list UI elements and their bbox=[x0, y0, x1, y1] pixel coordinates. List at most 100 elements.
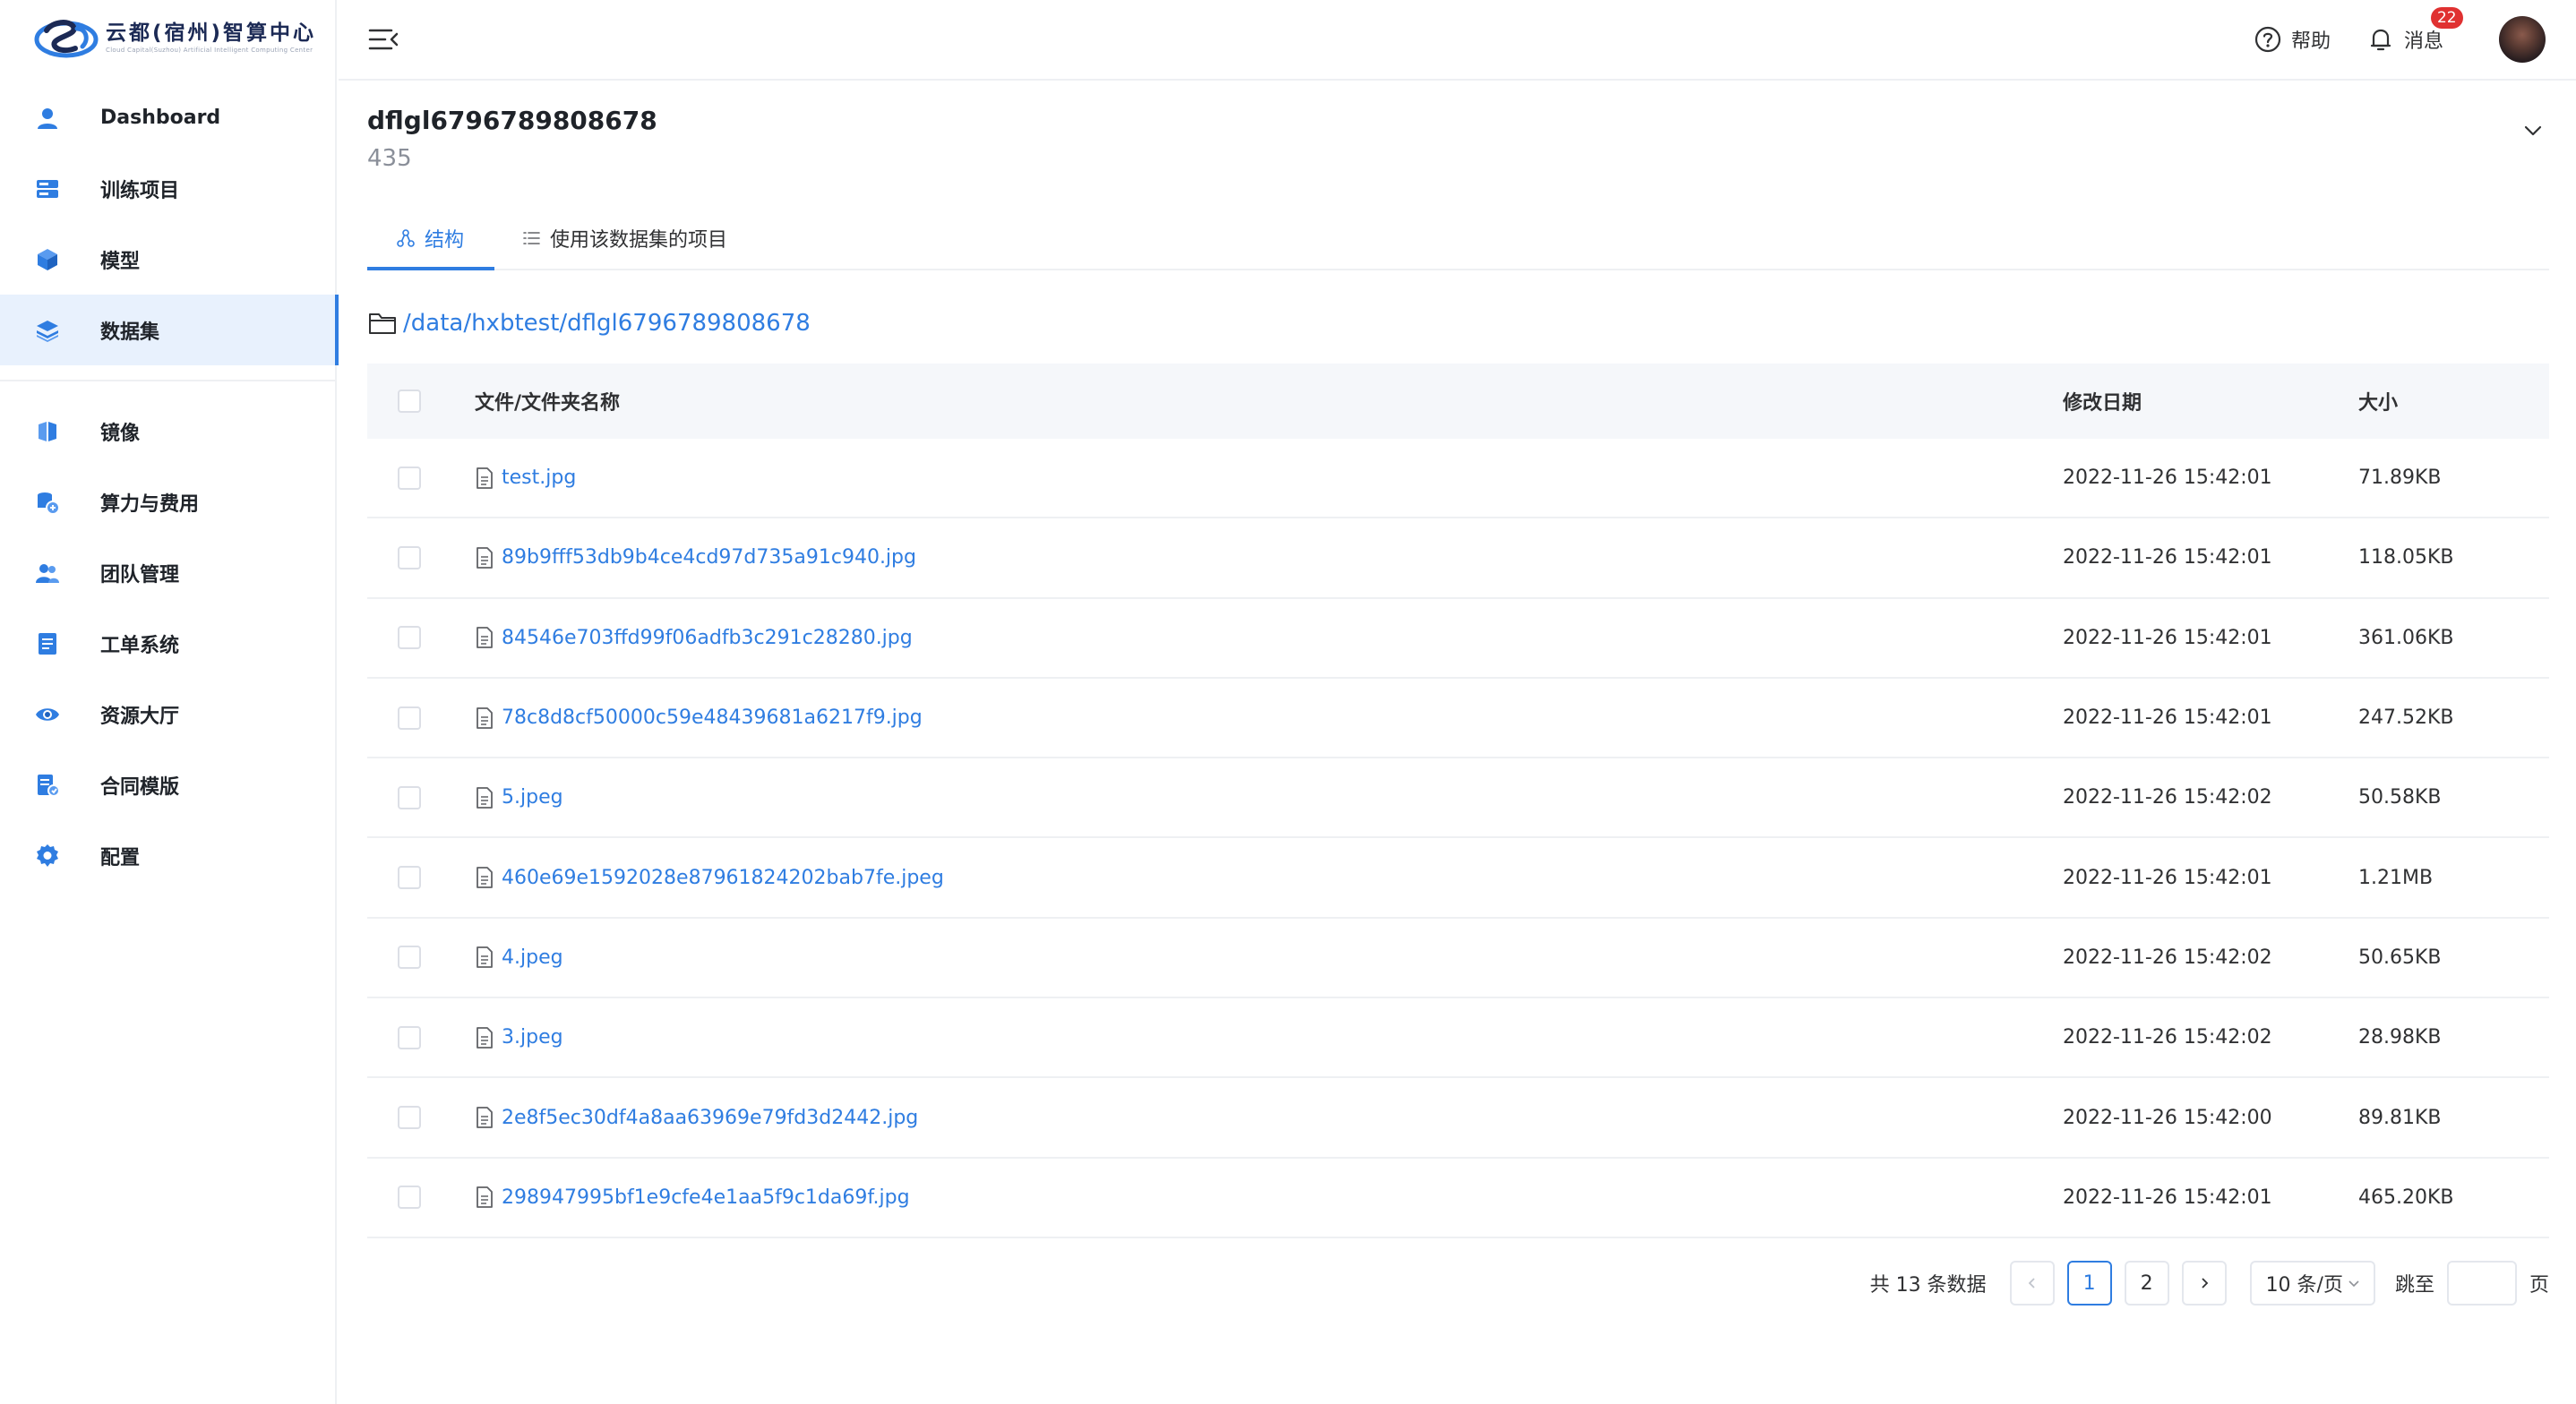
cube-icon bbox=[34, 246, 61, 273]
file-size: 28.98KB bbox=[2358, 1026, 2442, 1049]
file-name-link[interactable]: 2e8f5ec30df4a8aa63969e79fd3d2442.jpg bbox=[502, 1107, 918, 1129]
file-name-link[interactable]: 4.jpeg bbox=[502, 946, 563, 969]
file-size: 361.06KB bbox=[2358, 626, 2454, 649]
sidebar-item-billing[interactable]: 算力与费用 bbox=[0, 467, 337, 537]
sidebar-item-label: 资源大厅 bbox=[100, 705, 180, 728]
topbar: 帮助 消息 22 bbox=[339, 0, 2576, 81]
sidebar-item-label: 模型 bbox=[100, 250, 141, 273]
file-name-link[interactable]: 3.jpeg bbox=[502, 1026, 563, 1049]
sidebar-item-ticket[interactable]: 工单系统 bbox=[0, 608, 337, 679]
sidebar-item-settings[interactable]: 配置 bbox=[0, 820, 337, 891]
sidebar-item-image[interactable]: 镜像 bbox=[0, 396, 337, 467]
row-checkbox[interactable] bbox=[398, 706, 421, 730]
file-name-cell: 78c8d8cf50000c59e48439681a6217f9.jpg bbox=[475, 706, 923, 730]
table-row[interactable]: test.jpg 2022-11-26 15:42:01 71.89KB bbox=[367, 439, 2549, 519]
sidebar-item-dataset[interactable]: 数据集 bbox=[0, 295, 339, 365]
chevron-down-icon[interactable] bbox=[2517, 115, 2549, 147]
file-icon bbox=[477, 1107, 493, 1128]
next-page-button[interactable] bbox=[2181, 1261, 2227, 1306]
sidebar-item-label: 算力与费用 bbox=[100, 492, 200, 516]
select-all-checkbox[interactable] bbox=[398, 390, 421, 413]
page-size-select[interactable]: 10 条/页 bbox=[2249, 1261, 2375, 1306]
jump-unit: 页 bbox=[2529, 1274, 2549, 1297]
sidebar-item-dashboard[interactable]: Dashboard bbox=[0, 82, 337, 153]
table-row[interactable]: 3.jpeg 2022-11-26 15:42:02 28.98KB bbox=[367, 998, 2549, 1079]
modified-date: 2022-11-26 15:42:02 bbox=[2063, 786, 2272, 809]
file-icon bbox=[477, 467, 493, 489]
tab-label: 结构 bbox=[425, 229, 465, 252]
folder-path[interactable]: /data/hxbtest/dflgl6796789808678 bbox=[367, 310, 811, 337]
modified-date: 2022-11-26 15:42:01 bbox=[2063, 706, 2272, 730]
help-link[interactable]: 帮助 bbox=[2254, 25, 2331, 54]
row-checkbox[interactable] bbox=[398, 466, 421, 490]
sidebar-item-label: 训练项目 bbox=[100, 179, 180, 202]
file-size: 50.58KB bbox=[2358, 786, 2442, 809]
messages-link[interactable]: 消息 22 bbox=[2366, 7, 2463, 54]
row-checkbox[interactable] bbox=[398, 946, 421, 970]
table-row[interactable]: 84546e703ffd99f06adfb3c291c28280.jpg 2022… bbox=[367, 599, 2549, 679]
row-checkbox[interactable] bbox=[398, 1106, 421, 1130]
table-row[interactable]: 4.jpeg 2022-11-26 15:42:02 50.65KB bbox=[367, 919, 2549, 999]
sidebar-menu: Dashboard 训练项目 模型 数据集 镜像 算力与费用 团队管理 工单系统… bbox=[0, 82, 339, 891]
file-icon bbox=[477, 547, 493, 569]
brand-logo[interactable]: 云都(宿州)智算中心 Cloud Capital(Suzhou) Artific… bbox=[34, 13, 316, 63]
file-icon bbox=[477, 867, 493, 889]
list-icon bbox=[523, 232, 540, 244]
folder-icon bbox=[369, 313, 396, 334]
sidebar-item-resources[interactable]: 资源大厅 bbox=[0, 679, 337, 749]
tab-active-indicator bbox=[367, 267, 494, 270]
billing-icon bbox=[34, 489, 61, 516]
table-row[interactable]: 460e69e1592028e87961824202bab7fe.jpeg 202… bbox=[367, 838, 2549, 919]
prev-page-button[interactable] bbox=[2009, 1261, 2055, 1306]
sidebar-item-model[interactable]: 模型 bbox=[0, 224, 337, 295]
user-avatar[interactable] bbox=[2499, 16, 2546, 63]
file-icon bbox=[477, 1186, 493, 1209]
file-name-link[interactable]: 89b9fff53db9b4ce4cd97d735a91c940.jpg bbox=[502, 546, 916, 569]
page-1-button[interactable]: 1 bbox=[2066, 1261, 2112, 1306]
tab-projects[interactable]: 使用该数据集的项目 bbox=[521, 206, 727, 270]
file-name-link[interactable]: 298947995bf1e9cfe4e1aa5f9c1da69f.jpg bbox=[502, 1186, 910, 1209]
sidebar-item-label: Dashboard bbox=[100, 107, 221, 129]
row-checkbox[interactable] bbox=[398, 626, 421, 650]
table-row[interactable]: 5.jpeg 2022-11-26 15:42:02 50.58KB bbox=[367, 758, 2549, 839]
logo-icon bbox=[34, 20, 99, 58]
file-name-cell: test.jpg bbox=[475, 467, 576, 490]
sidebar-item-training[interactable]: 训练项目 bbox=[0, 153, 337, 224]
file-size: 71.89KB bbox=[2358, 467, 2442, 490]
file-name-link[interactable]: 5.jpeg bbox=[502, 786, 563, 809]
help-label: 帮助 bbox=[2290, 30, 2331, 53]
tab-bar: 结构 使用该数据集的项目 bbox=[367, 206, 2549, 270]
bell-icon bbox=[2370, 29, 2391, 51]
help-circle-icon bbox=[2254, 26, 2281, 53]
table-row[interactable]: 89b9fff53db9b4ce4cd97d735a91c940.jpg 2022… bbox=[367, 518, 2549, 599]
row-checkbox[interactable] bbox=[398, 1025, 421, 1049]
tab-structure[interactable]: 结构 bbox=[396, 206, 464, 270]
row-checkbox[interactable] bbox=[398, 785, 421, 809]
row-checkbox[interactable] bbox=[398, 545, 421, 569]
team-icon bbox=[34, 560, 61, 586]
table-row[interactable]: 78c8d8cf50000c59e48439681a6217f9.jpg 2022… bbox=[367, 679, 2549, 759]
modified-date: 2022-11-26 15:42:02 bbox=[2063, 946, 2272, 969]
pagination: 共 13 条数据 1 2 10 条/页 跳至 页 bbox=[1870, 1261, 2549, 1306]
file-name-link[interactable]: 78c8d8cf50000c59e48439681a6217f9.jpg bbox=[502, 706, 923, 729]
tab-label: 使用该数据集的项目 bbox=[550, 229, 728, 252]
modified-date: 2022-11-26 15:42:01 bbox=[2063, 626, 2272, 649]
table-row[interactable]: 2e8f5ec30df4a8aa63969e79fd3d2442.jpg 2022… bbox=[367, 1078, 2549, 1159]
dataset-title: dflgl6796789808678 bbox=[367, 106, 657, 135]
server-icon bbox=[34, 176, 61, 202]
page-2-button[interactable]: 2 bbox=[2124, 1261, 2169, 1306]
menu-collapse-icon[interactable] bbox=[367, 23, 399, 56]
sidebar-item-label: 合同模版 bbox=[100, 775, 180, 799]
jump-page-input[interactable] bbox=[2446, 1261, 2517, 1306]
file-name-link[interactable]: 460e69e1592028e87961824202bab7fe.jpeg bbox=[502, 867, 944, 889]
brand-title: 云都(宿州)智算中心 bbox=[106, 21, 317, 45]
sidebar-item-team[interactable]: 团队管理 bbox=[0, 537, 337, 608]
sidebar-item-contract[interactable]: 合同模版 bbox=[0, 749, 337, 820]
row-checkbox[interactable] bbox=[398, 866, 421, 890]
table-row[interactable]: 298947995bf1e9cfe4e1aa5f9c1da69f.jpg 2022… bbox=[367, 1159, 2549, 1238]
file-name-link[interactable]: test.jpg bbox=[502, 467, 576, 489]
sidebar-item-label: 团队管理 bbox=[100, 563, 180, 586]
file-name-link[interactable]: 84546e703ffd99f06adfb3c291c28280.jpg bbox=[502, 627, 913, 649]
row-checkbox[interactable] bbox=[398, 1186, 421, 1210]
table-body: test.jpg 2022-11-26 15:42:01 71.89KB 89b9ff… bbox=[367, 439, 2549, 1238]
